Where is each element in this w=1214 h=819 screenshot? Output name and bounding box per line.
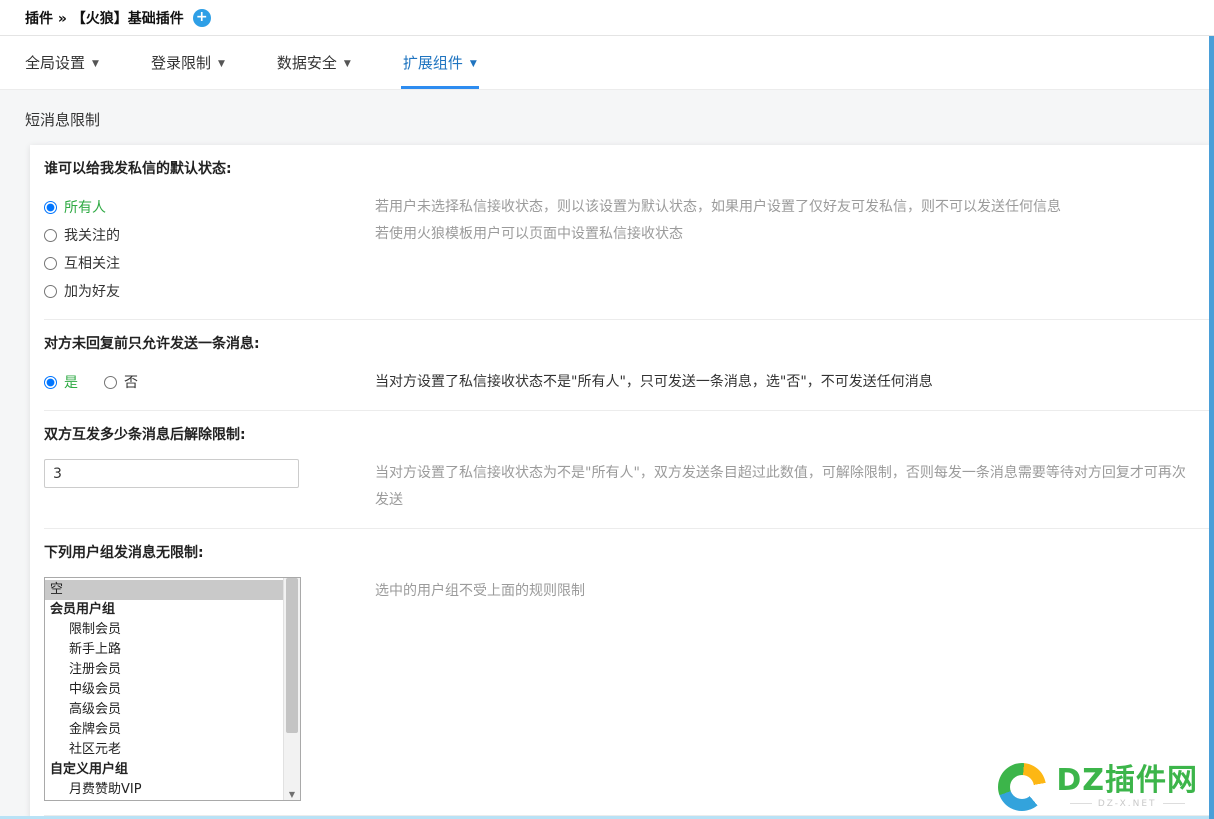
- section-band: 短消息限制: [0, 90, 1214, 146]
- listbox-item[interactable]: 月费赞助VIP: [45, 780, 283, 800]
- listbox-item-empty[interactable]: 空: [45, 580, 283, 600]
- radio-label: 我关注的: [64, 225, 120, 245]
- help-text: 当对方设置了私信接收状态不是"所有人"，只可发送一条消息，选"否"，不可发送任何…: [375, 368, 933, 396]
- help-line: 若用户未选择私信接收状态，则以该设置为默认状态，如果用户设置了仅好友可发私信，则…: [375, 194, 1061, 221]
- radio-input[interactable]: [104, 376, 117, 389]
- listbox-item[interactable]: 限制会员: [45, 620, 283, 640]
- setting-row-unlock-count: 双方互发多少条消息后解除限制: 当对方设置了私信接收状态为不是"所有人"，双方发…: [30, 411, 1209, 529]
- setting-label: 双方互发多少条消息后解除限制:: [44, 424, 1195, 444]
- usergroup-listbox[interactable]: 空 会员用户组 限制会员 新手上路 注册会员 中级会员 高级会员 金牌会员 社区…: [44, 577, 301, 801]
- tab-data-security[interactable]: 数据安全 ▼: [277, 36, 351, 89]
- chevron-down-icon: ▼: [92, 59, 99, 69]
- tab-label: 数据安全: [277, 52, 337, 73]
- chevron-down-icon: ▼: [344, 59, 351, 69]
- help-text: 当对方设置了私信接收状态为不是"所有人"，双方发送条目超过此数值，可解除限制，否…: [375, 459, 1195, 514]
- dz-logo-icon: [998, 763, 1046, 811]
- settings-tab-bar: 全局设置 ▼ 登录限制 ▼ 数据安全 ▼ 扩展组件 ▼: [0, 36, 1214, 90]
- listbox-item[interactable]: 新手上路: [45, 640, 283, 660]
- plus-icon: +: [196, 9, 208, 25]
- unlock-count-input[interactable]: [44, 459, 299, 488]
- tab-extensions[interactable]: 扩展组件 ▼: [403, 36, 477, 89]
- topbar: 插件 » 【火狼】基础插件 +: [0, 0, 1214, 36]
- help-text: 若用户未选择私信接收状态，则以该设置为默认状态，如果用户设置了仅好友可发私信，则…: [375, 193, 1061, 305]
- add-plugin-button[interactable]: +: [193, 9, 211, 27]
- scroll-down-icon[interactable]: ▼: [284, 790, 300, 799]
- breadcrumb[interactable]: 插件 » 【火狼】基础插件: [25, 8, 184, 28]
- setting-label: 对方未回复前只允许发送一条消息:: [44, 333, 1195, 353]
- setting-row-single-message: 对方未回复前只允许发送一条消息: 是 否 当对方设置了私信接收状态不是: [30, 320, 1209, 411]
- scrollbar-thumb[interactable]: [286, 578, 298, 733]
- chevron-down-icon: ▼: [470, 59, 477, 69]
- listbox-item[interactable]: 高级会员: [45, 700, 283, 720]
- tab-global-settings[interactable]: 全局设置 ▼: [25, 36, 99, 89]
- radio-mutual-follow[interactable]: 互相关注: [44, 249, 375, 277]
- listbox-group-header[interactable]: 会员用户组: [45, 600, 283, 620]
- radio-input[interactable]: [44, 229, 57, 242]
- listbox-item[interactable]: 社区元老: [45, 740, 283, 760]
- watermark-text: DZ插件网 DZ-X.NET: [1056, 765, 1198, 809]
- tab-label: 登录限制: [151, 52, 211, 73]
- radio-input[interactable]: [44, 376, 57, 389]
- plugin-settings-page: 插件 » 【火狼】基础插件 + 全局设置 ▼ 登录限制 ▼ 数据安全 ▼ 扩展组…: [0, 0, 1214, 819]
- listbox-item[interactable]: 注册会员: [45, 660, 283, 680]
- radio-label: 否: [124, 372, 138, 392]
- radio-input[interactable]: [44, 257, 57, 270]
- radio-everyone[interactable]: 所有人: [44, 193, 375, 221]
- listbox-item[interactable]: 中级会员: [45, 680, 283, 700]
- listbox-group-header[interactable]: 自定义用户组: [45, 760, 283, 780]
- setting-label: 下列用户组发消息无限制:: [44, 542, 1195, 562]
- radio-group-privacy: 所有人 我关注的 互相关注 加为好友: [44, 193, 375, 305]
- listbox-scrollbar[interactable]: ▼: [283, 578, 300, 800]
- watermark: DZ插件网 DZ-X.NET: [998, 763, 1198, 811]
- radio-input[interactable]: [44, 285, 57, 298]
- radio-following[interactable]: 我关注的: [44, 221, 375, 249]
- chevron-down-icon: ▼: [218, 59, 225, 69]
- listbox-item[interactable]: 金牌会员: [45, 720, 283, 740]
- watermark-brand: DZ插件网: [1056, 765, 1198, 797]
- settings-panel: 谁可以给我发私信的默认状态: 所有人 我关注的 互相关注: [30, 145, 1209, 819]
- radio-friends[interactable]: 加为好友: [44, 277, 375, 305]
- tab-label: 全局设置: [25, 52, 85, 73]
- help-line: 若使用火狼模板用户可以页面中设置私信接收状态: [375, 221, 1061, 248]
- radio-label: 互相关注: [64, 253, 120, 273]
- radio-no[interactable]: 否: [104, 372, 138, 392]
- setting-row-privacy-default: 谁可以给我发私信的默认状态: 所有人 我关注的 互相关注: [30, 145, 1209, 320]
- window-scrollbar[interactable]: [1209, 36, 1214, 819]
- radio-label: 所有人: [64, 197, 106, 217]
- listbox-items: 空 会员用户组 限制会员 新手上路 注册会员 中级会员 高级会员 金牌会员 社区…: [45, 578, 283, 800]
- watermark-domain: DZ-X.NET: [1070, 799, 1185, 809]
- help-text: 选中的用户组不受上面的规则限制: [375, 577, 585, 801]
- radio-group-single-message: 是 否: [44, 368, 375, 396]
- section-title: 短消息限制: [25, 109, 100, 130]
- tab-login-limit[interactable]: 登录限制 ▼: [151, 36, 225, 89]
- radio-label: 加为好友: [64, 281, 120, 301]
- radio-label: 是: [64, 372, 78, 392]
- radio-yes[interactable]: 是: [44, 372, 78, 392]
- tab-label: 扩展组件: [403, 52, 463, 73]
- setting-label: 谁可以给我发私信的默认状态:: [44, 158, 1195, 178]
- radio-input[interactable]: [44, 201, 57, 214]
